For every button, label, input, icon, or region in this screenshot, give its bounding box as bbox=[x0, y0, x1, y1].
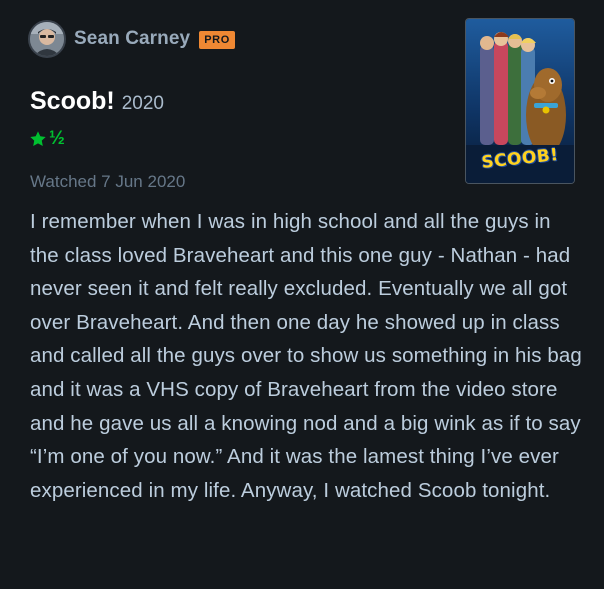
reviewer-header: Sean Carney PRO bbox=[28, 18, 235, 60]
film-heading: Scoob! 2020 bbox=[30, 87, 164, 116]
half-star-symbol: ½ bbox=[49, 128, 65, 149]
film-year[interactable]: 2020 bbox=[122, 93, 164, 115]
star-rating: ½ bbox=[29, 128, 65, 150]
review-card: Sean Carney PRO Scoob! 2020 ½ Watched 7 … bbox=[0, 0, 604, 589]
avatar[interactable] bbox=[28, 20, 66, 58]
film-poster[interactable]: SCOOB! bbox=[465, 18, 575, 184]
pro-badge: PRO bbox=[199, 30, 235, 49]
film-title[interactable]: Scoob! bbox=[30, 87, 115, 116]
reviewer-name[interactable]: Sean Carney bbox=[74, 28, 190, 50]
watched-date[interactable]: Watched 7 Jun 2020 bbox=[30, 172, 185, 192]
review-text: I remember when I was in high school and… bbox=[30, 210, 582, 502]
star-icon bbox=[30, 131, 46, 146]
